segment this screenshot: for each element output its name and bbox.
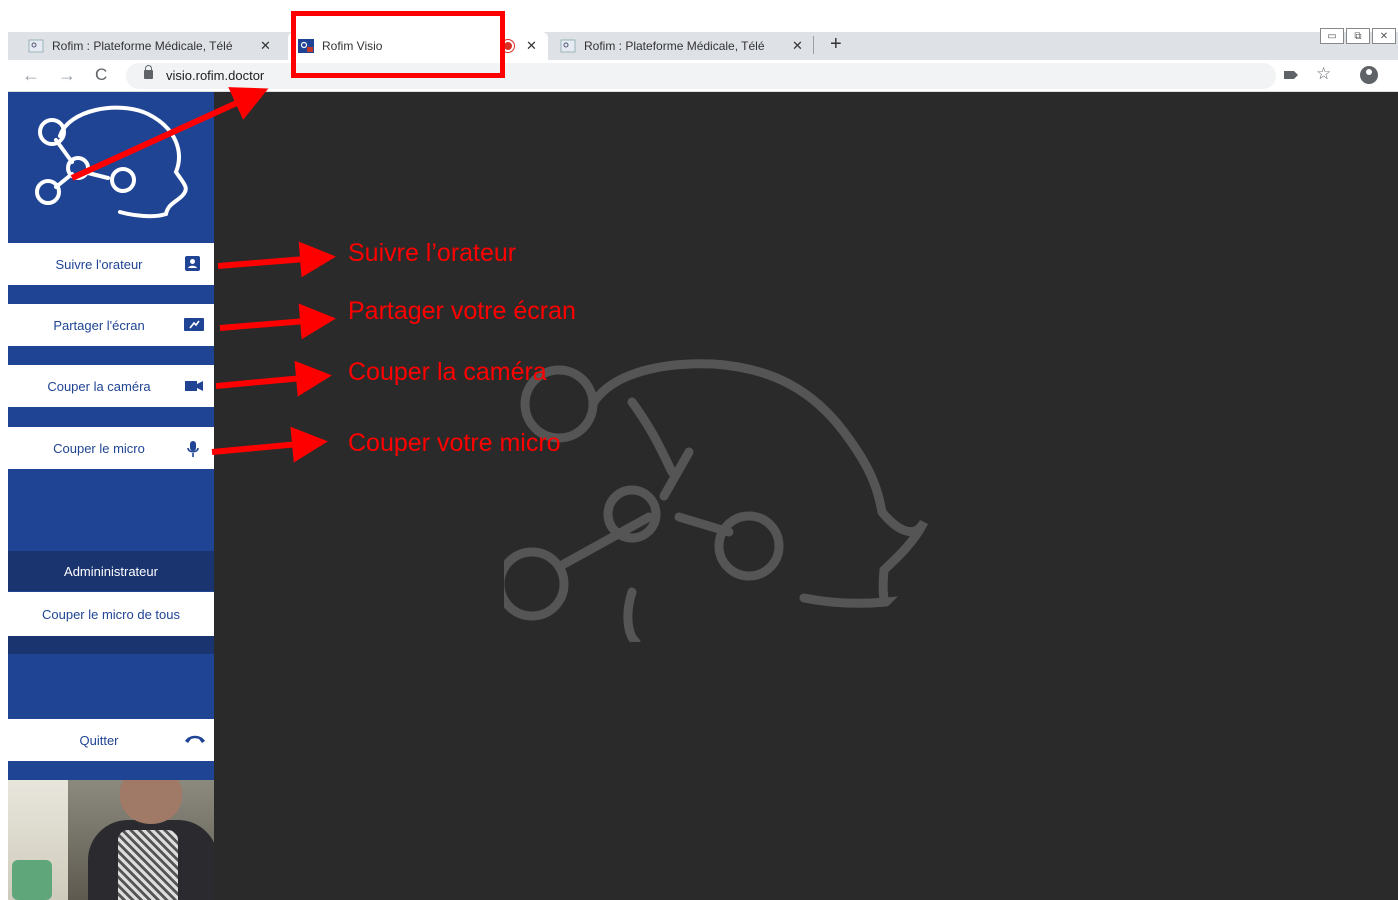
tab-close-icon[interactable]: ✕ bbox=[260, 38, 271, 54]
restore-icon[interactable]: ⧉ bbox=[1346, 28, 1370, 44]
bookmark-star-icon[interactable]: ☆ bbox=[1316, 64, 1331, 84]
tab-rofim-platform-1[interactable]: Rofim : Plateforme Médicale, Télé ✕ bbox=[28, 32, 282, 60]
minimize-icon[interactable]: ▭ bbox=[1320, 28, 1344, 44]
tab-title: Rofim : Plateforme Médicale, Télé bbox=[584, 39, 765, 53]
tab-separator bbox=[813, 36, 814, 54]
annotation-cut-mic: Couper votre micro bbox=[348, 429, 561, 457]
reload-button[interactable]: C bbox=[95, 65, 107, 85]
follow-speaker-label: Suivre l'orateur bbox=[55, 256, 143, 272]
quit-label: Quitter bbox=[79, 732, 119, 748]
visio-sidebar: Suivre l'orateur Partager l'écran Couper… bbox=[8, 92, 214, 900]
tab-title: Rofim : Plateforme Médicale, Télé bbox=[52, 39, 233, 53]
speaker-badge-icon bbox=[184, 256, 202, 272]
tab-rofim-platform-2[interactable]: Rofim : Plateforme Médicale, Télé ✕ bbox=[560, 32, 812, 60]
close-window-icon[interactable]: ✕ bbox=[1372, 28, 1396, 44]
url-text[interactable]: visio.rofim.doctor bbox=[166, 68, 264, 83]
rofim-favicon-icon bbox=[560, 38, 576, 54]
tab-close-icon[interactable]: ✕ bbox=[526, 38, 537, 54]
highlight-frame bbox=[291, 11, 505, 78]
tab-close-icon[interactable]: ✕ bbox=[792, 38, 803, 54]
camera-in-use-icon[interactable] bbox=[1284, 71, 1298, 79]
section-divider bbox=[8, 636, 214, 654]
cut-mic-button[interactable]: Couper le micro bbox=[8, 427, 214, 469]
annotation-follow-speaker: Suivre l’orateur bbox=[348, 239, 517, 267]
self-video-preview bbox=[8, 780, 214, 900]
cut-camera-button[interactable]: Couper la caméra bbox=[8, 365, 214, 407]
share-screen-label: Partager l'écran bbox=[53, 317, 145, 333]
mute-all-label: Couper le micro de tous bbox=[41, 606, 180, 622]
lock-icon bbox=[144, 65, 153, 79]
video-camera-icon bbox=[184, 378, 203, 394]
rofim-watermark-logo bbox=[504, 359, 929, 642]
forward-button[interactable]: → bbox=[58, 65, 76, 86]
screen-share-icon bbox=[184, 317, 204, 333]
browser-toolbar: ← → C visio.rofim.doctor ☆ bbox=[8, 60, 1398, 92]
rofim-logo bbox=[8, 92, 214, 240]
admin-section-header: Admininistrateur bbox=[8, 551, 214, 591]
new-tab-button[interactable]: + bbox=[830, 33, 842, 56]
cut-camera-label: Couper la caméra bbox=[47, 378, 151, 394]
mute-all-button[interactable]: Couper le micro de tous bbox=[8, 592, 214, 636]
microphone-icon bbox=[184, 440, 202, 457]
video-stage bbox=[214, 92, 1398, 900]
share-screen-button[interactable]: Partager l'écran bbox=[8, 304, 214, 346]
hang-up-phone-icon bbox=[184, 732, 205, 748]
cut-mic-label: Couper le micro bbox=[53, 440, 145, 456]
rofim-favicon-icon bbox=[28, 38, 44, 54]
back-button[interactable]: ← bbox=[22, 65, 40, 86]
window-controls: ▭ ⧉ ✕ bbox=[1320, 28, 1396, 44]
browser-tabstrip: Rofim : Plateforme Médicale, Télé ✕ Rofi… bbox=[0, 0, 1398, 60]
follow-speaker-button[interactable]: Suivre l'orateur bbox=[8, 243, 214, 285]
profile-avatar-icon[interactable] bbox=[1360, 66, 1378, 84]
annotation-cut-camera: Couper la caméra bbox=[348, 358, 547, 386]
quit-button[interactable]: Quitter bbox=[8, 719, 214, 761]
annotation-share-screen: Partager votre écran bbox=[348, 297, 576, 325]
